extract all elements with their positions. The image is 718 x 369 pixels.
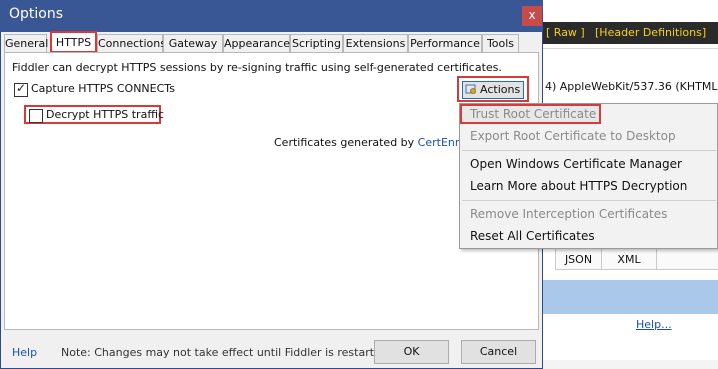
close-icon: x: [528, 8, 536, 22]
tab-xml[interactable]: XML: [601, 249, 657, 270]
cert-generator-text: Certificates generated by CertEnroll e: [274, 136, 482, 149]
menu-item-remove-certs[interactable]: Remove Interception Certificates: [470, 204, 667, 224]
selected-panel: [543, 280, 718, 314]
menu-separator: [462, 200, 716, 201]
tab-appearance[interactable]: Appearance: [223, 34, 290, 52]
background-help-link[interactable]: Help...: [636, 318, 672, 331]
dialog-title: Options: [9, 6, 64, 22]
menu-separator: [462, 150, 716, 151]
certificate-icon: [465, 84, 476, 94]
certgen-prefix: Certificates generated by: [274, 136, 418, 149]
restart-note: Note: Changes may not take effect until …: [61, 346, 392, 359]
close-button[interactable]: x: [522, 6, 542, 26]
user-agent-text: 4) AppleWebKit/537.36 (KHTML, lik: [545, 80, 718, 93]
tab-connections[interactable]: Connections: [97, 34, 166, 52]
header-definitions-link[interactable]: [Header Definitions]: [595, 26, 706, 39]
decrypt-https-checkbox[interactable]: [29, 109, 43, 123]
menu-item-reset-certs[interactable]: Reset All Certificates: [470, 226, 595, 246]
actions-label: Actions: [480, 83, 521, 96]
decrypt-https-label: Decrypt HTTPS traffic: [46, 108, 164, 121]
divider: [543, 48, 718, 49]
ok-button[interactable]: OK: [374, 340, 449, 364]
tab-json[interactable]: JSON: [555, 249, 601, 270]
tab-gateway[interactable]: Gateway: [163, 34, 223, 52]
menu-item-open-cert-manager[interactable]: Open Windows Certificate Manager: [470, 154, 682, 174]
help-link[interactable]: Help: [12, 346, 37, 359]
https-description: Fiddler can decrypt HTTPS sessions by re…: [12, 61, 502, 74]
tab-tools[interactable]: Tools: [482, 34, 519, 52]
title-bar: [0, 0, 543, 32]
capture-https-label: Capture HTTPS CONNECTs: [31, 82, 175, 95]
tab-general[interactable]: General: [4, 34, 48, 52]
tab-performance[interactable]: Performance: [408, 34, 482, 52]
capture-https-checkbox[interactable]: ✓: [14, 81, 28, 97]
raw-link[interactable]: [ Raw ]: [546, 26, 585, 39]
tab-strip: General HTTPS Connections Gateway Appear…: [4, 31, 539, 53]
inspector-tabs: JSON XML: [555, 248, 718, 270]
tab-scripting[interactable]: Scripting: [290, 34, 343, 52]
checkmark-icon: ✓: [16, 81, 27, 95]
menu-item-trust-root[interactable]: Trust Root Certificate: [470, 104, 596, 124]
menu-item-learn-more[interactable]: Learn More about HTTPS Decryption: [470, 176, 687, 196]
tab-https[interactable]: HTTPS: [50, 31, 97, 53]
cancel-button[interactable]: Cancel: [461, 340, 536, 364]
menu-item-export-root[interactable]: Export Root Certificate to Desktop: [470, 126, 676, 146]
tab-extensions[interactable]: Extensions: [343, 34, 408, 52]
